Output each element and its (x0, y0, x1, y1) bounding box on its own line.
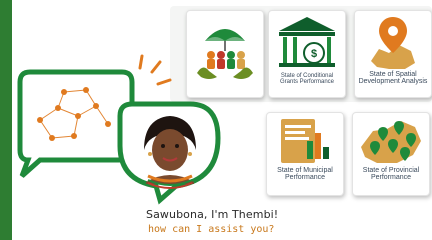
card-provincial[interactable]: State of Provincial Performance (352, 112, 430, 196)
card-label: State of Spatial Development Analysis (358, 71, 428, 86)
card-label: State of Provincial Performance (362, 167, 420, 182)
left-accent-strip (0, 0, 12, 240)
card-spatial-development[interactable]: State of Spatial Development Analysis (354, 10, 432, 98)
map-markers-icon (361, 121, 421, 163)
assistant-prompt[interactable]: how can I assist you? (148, 224, 274, 235)
assistant-greeting: Sawubona, I'm Thembi! (146, 208, 279, 221)
svg-text:$: $ (311, 48, 317, 60)
